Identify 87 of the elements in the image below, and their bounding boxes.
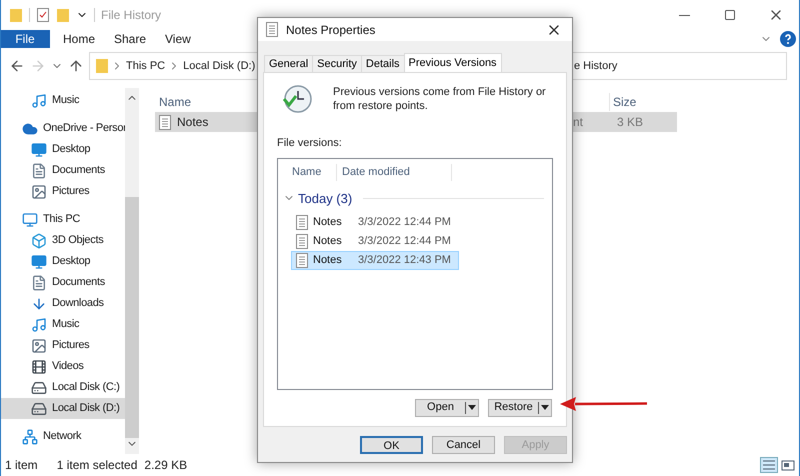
sidebar-item[interactable]: Documents	[1, 272, 125, 293]
column-header[interactable]: Size	[609, 93, 679, 111]
sidebar-item[interactable]: OneDrive - Persor	[1, 118, 125, 139]
network-icon	[22, 428, 38, 444]
music-note-icon	[31, 316, 47, 332]
description-text: Previous versions come from File History or from restore points.	[333, 85, 547, 113]
group-header[interactable]: Today (3)	[283, 188, 352, 208]
dialog-title: Notes Properties	[286, 22, 376, 38]
music-note-icon	[31, 92, 47, 108]
sidebar-item[interactable]: Pictures	[1, 335, 125, 356]
version-row[interactable]: Notes 3/3/2022 12:44 PM	[291, 232, 459, 251]
document-icon	[296, 234, 308, 249]
split-button[interactable]: Restore	[488, 398, 552, 416]
clock-icon	[281, 83, 313, 115]
film-icon	[31, 358, 47, 374]
minimize-icon	[678, 14, 690, 16]
scrollbar[interactable]	[125, 88, 139, 454]
monitor-icon	[31, 142, 47, 158]
sidebar-item[interactable]: Documents	[1, 160, 125, 181]
document-icon	[296, 253, 308, 268]
document-icon	[266, 22, 278, 37]
version-row[interactable]: Notes 3/3/2022 12:43 PM	[291, 251, 459, 270]
dropdown-arrow-icon[interactable]	[539, 404, 551, 412]
list-label: File versions:	[277, 136, 343, 151]
column-header[interactable]: Date modified	[337, 164, 452, 181]
dialog-tab[interactable]: Previous Versions	[404, 53, 502, 72]
sidebar-item[interactable]: Desktop	[1, 251, 125, 272]
column-header[interactable]: Name	[278, 164, 337, 181]
version-name: Notes	[313, 215, 343, 230]
sidebar-item[interactable]: Downloads	[1, 293, 125, 314]
status-text: 1 item	[5, 457, 38, 474]
ribbon-tab[interactable]: Home	[50, 30, 101, 48]
window-title: File History	[101, 7, 162, 24]
version-name: Notes	[313, 253, 343, 268]
details-view-icon[interactable]	[760, 457, 778, 473]
version-name: Notes	[313, 234, 343, 250]
back-icon[interactable]	[9, 58, 25, 74]
document-icon	[159, 114, 171, 130]
checklist-icon[interactable]	[36, 7, 50, 23]
sidebar-item[interactable]: Music	[1, 314, 125, 335]
table-cell-text: nt	[573, 114, 584, 131]
sidebar-item[interactable]: This PC	[1, 209, 125, 230]
cube-icon	[31, 232, 47, 248]
picture-icon	[31, 338, 47, 354]
file-size: 3 KB	[616, 114, 643, 131]
version-date: 3/3/2022 12:44 PM	[358, 215, 451, 230]
sidebar-item[interactable]: Pictures	[1, 181, 125, 202]
sidebar-item[interactable]: Music	[1, 90, 125, 111]
status-text: 1 item selected	[56, 457, 138, 474]
maximize-icon	[724, 9, 736, 21]
help-icon[interactable]	[780, 31, 796, 47]
monitor-icon	[31, 254, 47, 270]
up-icon[interactable]	[68, 58, 84, 74]
file-name: Notes	[177, 114, 208, 131]
version-date: 3/3/2022 12:43 PM	[358, 253, 451, 268]
scrollbar-thumb[interactable]	[125, 196, 139, 438]
document-icon	[296, 215, 308, 230]
breadcrumb[interactable]: e History	[574, 58, 618, 74]
dialog-button[interactable]: Cancel	[432, 436, 495, 454]
sidebar-item[interactable]: Network	[1, 426, 125, 447]
download-arrow-icon	[31, 296, 47, 312]
sidebar-item[interactable]: Desktop	[1, 139, 125, 160]
dialog-tab[interactable]: General	[264, 55, 314, 72]
sidebar-item[interactable]: 3D Objects	[1, 230, 125, 251]
sidebar-item[interactable]: Local Disk (C:)	[1, 377, 125, 398]
sidebar-item[interactable]: Videos	[1, 356, 125, 377]
split-button[interactable]: Open	[415, 398, 479, 416]
cloud-icon	[22, 120, 38, 136]
computer-icon	[22, 212, 38, 228]
status-text: 2.29 KB	[144, 457, 188, 474]
breadcrumb[interactable]: Local Disk (D:)	[183, 58, 256, 74]
document-icon	[31, 274, 47, 290]
picture-icon	[31, 184, 47, 200]
document-icon	[31, 162, 47, 178]
ribbon-tab[interactable]: Share	[101, 30, 152, 48]
drive-icon	[31, 380, 47, 396]
version-row[interactable]: Notes 3/3/2022 12:44 PM	[291, 213, 459, 232]
file-menu-button[interactable]: File	[1, 30, 50, 48]
version-date: 3/3/2022 12:44 PM	[358, 234, 451, 250]
breadcrumb[interactable]: This PC	[126, 58, 166, 74]
sidebar-item[interactable]: Local Disk (D:)	[1, 398, 125, 419]
dialog-button[interactable]: OK	[360, 436, 423, 454]
folder-icon	[96, 58, 108, 74]
ribbon-tab[interactable]: View	[152, 30, 203, 48]
dropdown-arrow-icon[interactable]	[466, 404, 478, 412]
dialog-tab[interactable]: Security	[312, 55, 362, 72]
drive-icon	[31, 400, 47, 416]
